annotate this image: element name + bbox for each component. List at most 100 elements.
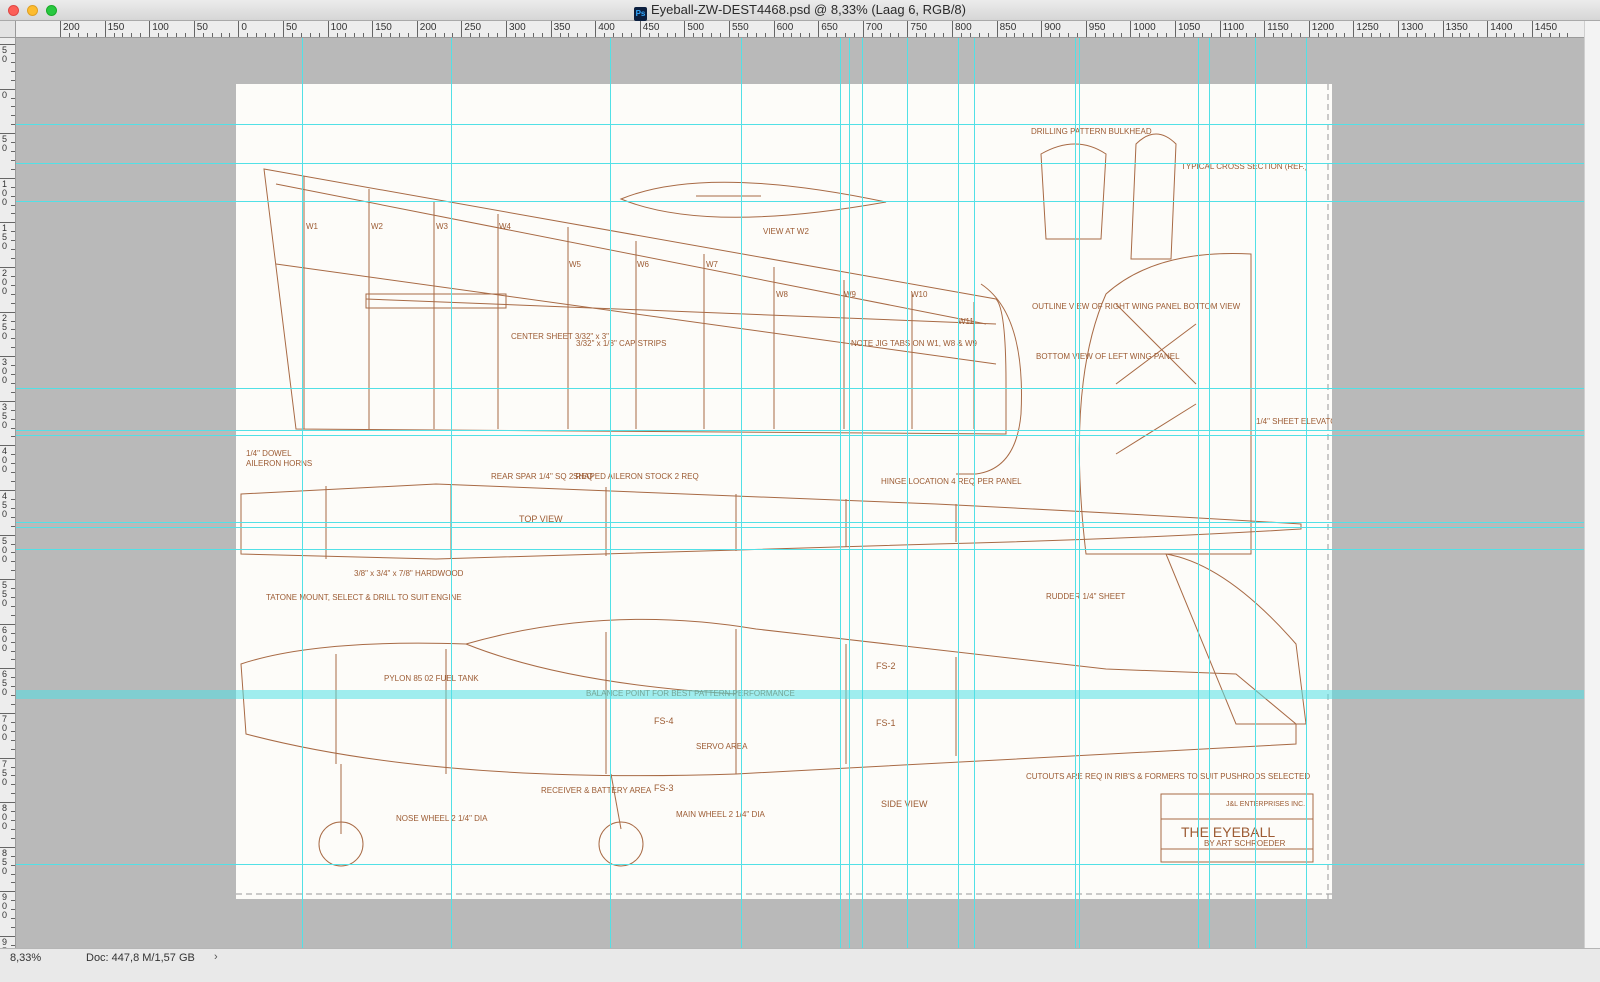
ruler-label: 150 [375, 22, 392, 33]
ruler-minor-tick [1032, 33, 1034, 37]
ruler-label: 300 [509, 22, 526, 33]
ruler-label: 200 [63, 22, 80, 33]
ruler-minor-tick [11, 632, 15, 634]
ruler-label: 150 [107, 22, 125, 33]
status-bar: 8,33% Doc: 447,8 M/1,57 GB › [0, 948, 1600, 982]
vertical-ruler[interactable]: 50 0 50 100 150 200 250 300 350 400 450 500 550 600 65… [0, 38, 16, 948]
plan-author: BY ART SCHROEDER [1204, 839, 1286, 848]
ruler-major-tick [639, 21, 641, 37]
ruler-label: 550 [2, 580, 8, 609]
ruler-label: 750 [2, 758, 8, 787]
ruler-minor-tick [11, 873, 15, 875]
ruler-minor-tick [898, 33, 900, 37]
ruler-minor-tick [960, 33, 962, 37]
ruler-minor-tick [11, 329, 15, 331]
ruler-major-tick [818, 21, 820, 37]
ruler-minor-tick [871, 33, 873, 37]
nose-wheel-label: NOSE WHEEL 2 1/4" DIA [396, 814, 488, 823]
ruler-minor-tick [648, 33, 650, 37]
ruler-minor-tick [11, 793, 15, 795]
zoom-level-field[interactable]: 8,33% [10, 952, 58, 966]
ruler-minor-tick [11, 721, 15, 723]
fs1-label: FS-1 [876, 718, 896, 728]
ruler-minor-tick [11, 864, 15, 866]
ruler-major-tick [952, 21, 953, 37]
ruler-label: 700 [865, 22, 883, 33]
horizontal-ruler[interactable]: 200 150 100 50 0 50 100 150 200 250 300 350 400 450 50… [16, 21, 1584, 38]
canvas-area[interactable]: W1 W2 W3 W4 W5 W6 W7 W8 W9 W10 W11 VIEW … [16, 38, 1584, 948]
ruler-minor-tick [11, 837, 15, 839]
ruler-minor-tick [11, 739, 15, 741]
ruler-minor-tick [11, 552, 15, 554]
elevator-label: 1/4" SHEET ELEVATOR 2 REQ [1256, 417, 1332, 426]
aileron-label: SHAPED AILERON STOCK 2 REQ [573, 472, 699, 481]
rib-label-w3: W3 [436, 222, 449, 231]
ruler-minor-tick [925, 33, 927, 37]
window-title-group: Ps Eyeball-ZW-DEST4468.psd @ 8,33% (Laag … [0, 2, 1600, 21]
window-title: Eyeball-ZW-DEST4468.psd @ 8,33% (Laag 6,… [651, 2, 966, 17]
vertical-scrollbar[interactable] [1584, 21, 1600, 948]
ruler-minor-tick [514, 33, 516, 37]
ruler-minor-tick [755, 33, 757, 37]
ruler-minor-tick [11, 561, 15, 563]
ruler-minor-tick [11, 481, 15, 483]
photoshop-icon: Ps [634, 7, 647, 21]
ruler-minor-tick [1148, 33, 1150, 37]
rudder-label: RUDDER 1/4" SHEET [1046, 592, 1125, 601]
servo-area-label: SERVO AREA [696, 742, 748, 751]
ruler-minor-tick [11, 382, 15, 384]
ruler-minor-tick [274, 33, 276, 37]
document-size-info[interactable]: Doc: 447,8 M/1,57 GB [86, 952, 195, 964]
tatone-label: TATONE MOUNT, SELECT & DRILL TO SUIT ENG… [266, 593, 462, 602]
ruler-minor-tick [291, 33, 293, 37]
ruler-label: 350 [553, 22, 571, 33]
ruler-origin[interactable] [0, 21, 16, 38]
ruler-minor-tick [11, 159, 15, 161]
ruler-minor-tick [853, 33, 855, 37]
status-menu-arrow-icon[interactable]: › [214, 951, 218, 963]
ruler-minor-tick [11, 704, 15, 706]
receiver-label: RECEIVER & BATTERY AREA [541, 786, 652, 795]
ruler-minor-tick [11, 525, 15, 527]
ruler-minor-tick [336, 33, 338, 37]
ruler-minor-tick [11, 605, 15, 607]
ruler-minor-tick [1496, 33, 1498, 37]
ruler-minor-tick [1415, 33, 1417, 37]
ruler-label: 300 [2, 357, 8, 386]
ruler-minor-tick [800, 33, 802, 37]
rib-label-w5: W5 [569, 260, 582, 269]
ruler-minor-tick [1513, 33, 1515, 37]
ruler-minor-tick [390, 33, 392, 37]
cap-strips-label: 3/32" x 1/8" CAP STRIPS [576, 339, 666, 348]
ruler-minor-tick [11, 677, 15, 679]
ruler-minor-tick [11, 463, 15, 465]
ruler-minor-tick [11, 695, 15, 697]
ruler-minor-tick [86, 33, 88, 37]
ruler-minor-tick [452, 33, 454, 37]
ruler-major-tick [149, 21, 151, 37]
ruler-minor-tick [300, 33, 302, 37]
ruler-minor-tick [604, 33, 606, 37]
ruler-label: 900 [2, 892, 8, 921]
ruler-minor-tick [318, 33, 320, 37]
aileron-horns-label: AILERON HORNS [246, 459, 312, 468]
wing-panel-outline [263, 168, 1007, 435]
ruler-minor-tick [1478, 33, 1480, 37]
rib-label-w7: W7 [706, 260, 719, 269]
document-canvas[interactable]: W1 W2 W3 W4 W5 W6 W7 W8 W9 W10 W11 VIEW … [236, 84, 1332, 899]
ruler-major-tick [684, 21, 686, 37]
ruler-minor-tick [1246, 33, 1248, 37]
ruler-minor-tick [11, 302, 15, 304]
ruler-major-tick [238, 21, 240, 37]
ruler-minor-tick [11, 944, 15, 946]
ruler-minor-tick [11, 418, 15, 420]
ruler-major-tick [595, 21, 597, 37]
balance-point-label: BALANCE POINT FOR BEST PATTERN PERFORMAN… [586, 689, 795, 698]
hinge-label: HINGE LOCATION 4 REQ PER PANEL [881, 477, 1022, 486]
ruler-major-tick [327, 21, 329, 37]
note-tabs-label: NOTE JIG TABS ON W1, W8 & W9 [851, 339, 977, 348]
ruler-label: 450 [642, 22, 660, 33]
ruler-minor-tick [122, 33, 124, 37]
ruler-major-tick [1264, 21, 1266, 37]
ruler-major-tick [193, 21, 195, 37]
